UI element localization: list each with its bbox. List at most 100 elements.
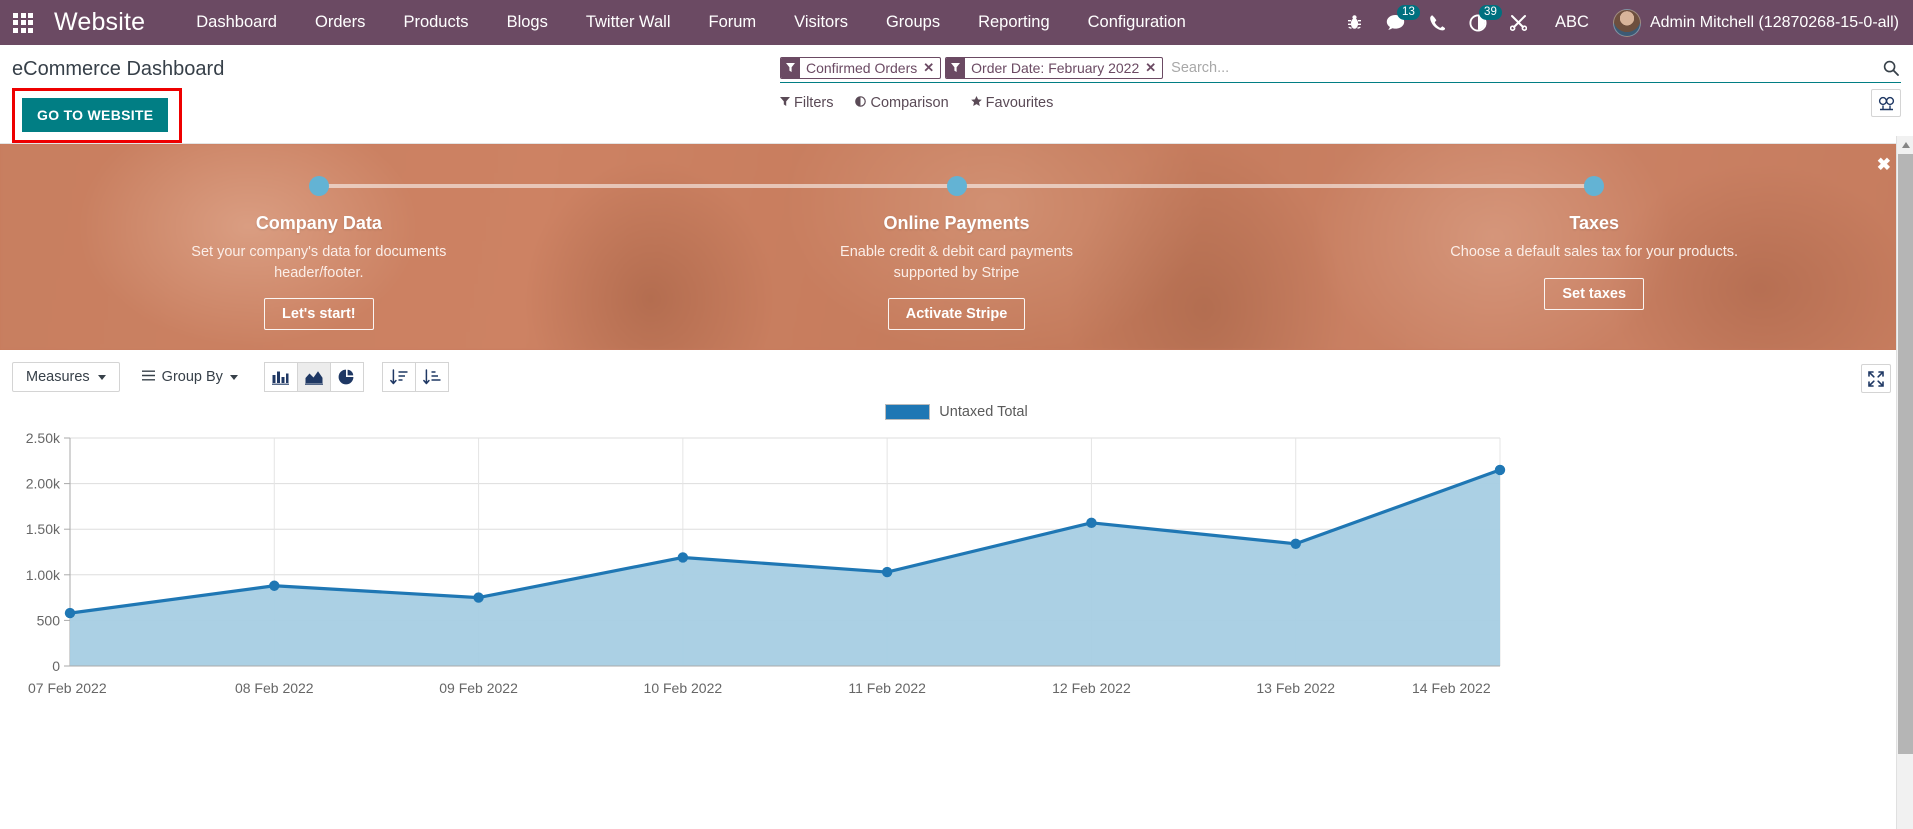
app-brand-website[interactable]: Website — [46, 8, 155, 37]
bar-chart-icon[interactable] — [263, 362, 298, 392]
facet-remove-icon[interactable]: ✕ — [923, 58, 940, 78]
go-to-website-highlight: GO TO WEBSITE — [12, 88, 183, 143]
x-tick-label: 10 Feb 2022 — [643, 680, 723, 696]
filters-dropdown[interactable]: Filters — [780, 95, 833, 111]
menu-item-forum[interactable]: Forum — [690, 0, 776, 45]
set-taxes-button[interactable]: Set taxes — [1544, 277, 1645, 310]
y-tick-label: 1.00k — [26, 567, 61, 583]
step-dot — [308, 176, 329, 196]
graph-toolbar: Measures Group By — [0, 350, 1913, 402]
comparison-label: Comparison — [870, 95, 949, 111]
group-by-label: Group By — [161, 369, 223, 385]
language-abc-button[interactable]: ABC — [1539, 13, 1605, 32]
menu-item-groups[interactable]: Groups — [867, 0, 959, 45]
scroll-up-arrow[interactable] — [1897, 136, 1913, 153]
facet-remove-icon[interactable]: ✕ — [1145, 58, 1162, 78]
main-menu: Dashboard Orders Products Blogs Twitter … — [177, 0, 1205, 45]
menu-item-products[interactable]: Products — [384, 0, 487, 45]
step-title: Taxes — [1569, 213, 1620, 233]
filter-icon — [781, 57, 800, 78]
close-icon[interactable]: ✖ — [1877, 156, 1891, 173]
facet-confirmed-orders[interactable]: Confirmed Orders ✕ — [780, 56, 942, 79]
line-area-chart-icon[interactable] — [296, 362, 331, 392]
tools-icon[interactable] — [1498, 0, 1539, 45]
phone-icon[interactable] — [1416, 0, 1457, 45]
favourites-dropdown[interactable]: Favourites — [970, 95, 1054, 111]
sort-descending-icon[interactable] — [381, 362, 416, 392]
y-tick-label: 2.50k — [26, 430, 61, 446]
page-scrollbar[interactable] — [1896, 136, 1913, 829]
search-input[interactable] — [1167, 56, 1875, 79]
star-icon — [970, 96, 982, 110]
bug-icon[interactable] — [1334, 0, 1375, 45]
user-menu[interactable]: Admin Mitchell (12870268-15-0-all) — [1605, 8, 1899, 37]
measures-dropdown[interactable]: Measures — [12, 362, 120, 392]
control-panel-left: eCommerce Dashboard GO TO WEBSITE — [0, 45, 780, 143]
favourites-label: Favourites — [985, 95, 1054, 111]
list-lines-icon — [141, 369, 155, 385]
data-point — [473, 592, 484, 603]
control-panel: eCommerce Dashboard GO TO WEBSITE Confir… — [0, 45, 1913, 144]
comparison-dropdown[interactable]: Comparison — [855, 95, 949, 111]
group-by-dropdown[interactable]: Group By — [138, 363, 242, 391]
data-point — [1494, 464, 1506, 476]
go-to-website-button[interactable]: GO TO WEBSITE — [22, 98, 169, 132]
sort-group — [381, 362, 449, 392]
filters-label: Filters — [794, 95, 834, 111]
comparison-icon — [855, 96, 867, 110]
user-name-label: Admin Mitchell (12870268-15-0-all) — [1649, 13, 1899, 31]
step-description: Set your company's data for documents he… — [191, 244, 447, 281]
data-point — [64, 607, 76, 619]
activate-stripe-button[interactable]: Activate Stripe — [887, 298, 1026, 331]
y-tick-label: 2.00k — [26, 476, 61, 492]
onboarding-banner: ✖ Company Data Set your company's data f… — [0, 144, 1913, 350]
menu-item-reporting[interactable]: Reporting — [959, 0, 1069, 45]
onboarding-steps: Company Data Set your company's data for… — [0, 144, 1913, 350]
graph-view-icon[interactable] — [1871, 89, 1901, 117]
search-bar: Confirmed Orders ✕ Order Date: February … — [780, 55, 1901, 83]
page-title: eCommerce Dashboard — [12, 58, 225, 80]
step-connector-line — [1275, 184, 1595, 188]
lets-start-button[interactable]: Let's start! — [264, 298, 374, 331]
x-tick-label: 07 Feb 2022 — [28, 680, 107, 696]
sort-ascending-icon[interactable] — [414, 362, 449, 392]
scrollbar-thumb[interactable] — [1898, 154, 1913, 754]
chevron-down-icon — [97, 374, 106, 380]
menu-item-visitors[interactable]: Visitors — [775, 0, 867, 45]
expand-fullscreen-icon[interactable] — [1861, 364, 1891, 393]
chart-x-axis: 07 Feb 2022 08 Feb 2022 09 Feb 2022 10 Feb … — [0, 678, 1913, 708]
facet-order-date[interactable]: Order Date: February 2022 ✕ — [945, 56, 1164, 79]
x-tick-label: 08 Feb 2022 — [234, 680, 314, 696]
x-tick-label: 13 Feb 2022 — [1256, 680, 1336, 696]
legend-swatch — [885, 404, 931, 420]
filter-icon — [946, 57, 966, 78]
menu-item-configuration[interactable]: Configuration — [1069, 0, 1205, 45]
search-icon[interactable] — [1875, 60, 1901, 76]
chevron-down-icon — [229, 374, 238, 380]
chart-plot-area: 0 500 1.00k 1.50k 2.00k 2.50k — [0, 428, 1913, 678]
pie-chart-icon[interactable] — [329, 362, 364, 392]
data-point — [1086, 517, 1097, 529]
menu-item-orders[interactable]: Orders — [296, 0, 384, 45]
area-fill — [70, 469, 1500, 666]
step-connector-line — [318, 184, 638, 188]
top-navbar: Website Dashboard Orders Products Blogs … — [0, 0, 1913, 45]
activities-clock-icon[interactable]: 39 — [1457, 0, 1502, 45]
step-title: Company Data — [255, 213, 382, 233]
x-tick-label: 14 Feb 2022 — [1412, 680, 1491, 696]
apps-grid-icon[interactable] — [0, 0, 46, 45]
measures-label: Measures — [26, 369, 90, 385]
onboarding-step-company-data: Company Data Set your company's data for… — [0, 164, 638, 350]
menu-item-dashboard[interactable]: Dashboard — [177, 0, 296, 45]
area-chart: 0 500 1.00k 1.50k 2.00k 2.50k — [26, 430, 1506, 674]
messages-icon[interactable]: 13 — [1375, 0, 1420, 45]
search-tools: Filters Comparison Favourites — [780, 89, 1901, 119]
menu-item-twitter-wall[interactable]: Twitter Wall — [567, 0, 690, 45]
menu-item-blogs[interactable]: Blogs — [488, 0, 567, 45]
x-tick-label: 11 Feb 2022 — [848, 680, 926, 696]
avatar — [1612, 8, 1641, 37]
y-tick-label: 0 — [52, 658, 60, 674]
data-point — [1290, 538, 1301, 549]
data-point — [269, 580, 280, 591]
step-dot — [1584, 176, 1605, 196]
